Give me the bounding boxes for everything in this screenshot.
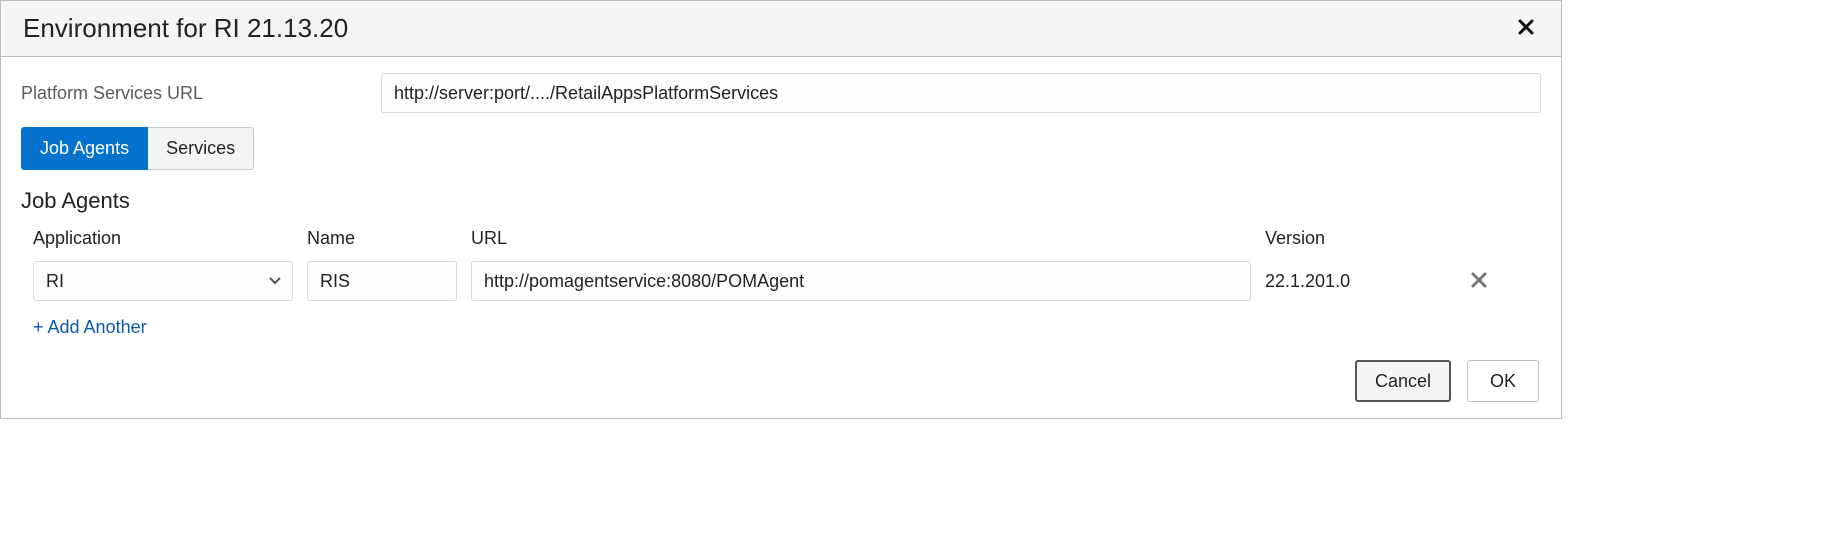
col-header-version: Version	[1265, 228, 1445, 249]
table-row: 22.1.201.0	[33, 261, 1541, 301]
tab-services[interactable]: Services	[148, 127, 254, 170]
close-icon	[1470, 277, 1488, 292]
cell-name	[307, 261, 457, 301]
dialog-footer: Cancel OK	[1, 354, 1561, 418]
cell-version: 22.1.201.0	[1265, 271, 1445, 292]
dialog-title: Environment for RI 21.13.20	[23, 13, 348, 44]
platform-url-input[interactable]	[381, 73, 1541, 113]
job-agents-grid: Application Name URL Version	[33, 228, 1541, 338]
add-another-link[interactable]: + Add Another	[33, 317, 147, 338]
tab-job-agents[interactable]: Job Agents	[21, 127, 148, 170]
environment-dialog: Environment for RI 21.13.20 Platform Ser…	[0, 0, 1562, 419]
cell-application	[33, 261, 293, 301]
dialog-body: Platform Services URL Job Agents Service…	[1, 57, 1561, 354]
col-header-name: Name	[307, 228, 457, 249]
name-input[interactable]	[307, 261, 457, 301]
cell-actions	[1459, 267, 1499, 296]
dialog-header: Environment for RI 21.13.20	[1, 1, 1561, 57]
application-select-wrap	[33, 261, 293, 301]
grid-header: Application Name URL Version	[33, 228, 1541, 249]
tab-bar: Job Agents Services	[21, 127, 1541, 170]
cancel-button[interactable]: Cancel	[1355, 360, 1451, 402]
platform-url-label: Platform Services URL	[21, 83, 381, 104]
platform-url-row: Platform Services URL	[21, 73, 1541, 113]
delete-row-button[interactable]	[1466, 267, 1492, 296]
application-select[interactable]	[33, 261, 293, 301]
col-header-url: URL	[471, 228, 1251, 249]
section-title: Job Agents	[21, 188, 1541, 214]
col-header-application: Application	[33, 228, 293, 249]
close-button[interactable]	[1513, 17, 1539, 41]
close-icon	[1517, 15, 1535, 42]
cell-url	[471, 261, 1251, 301]
url-input[interactable]	[471, 261, 1251, 301]
ok-button[interactable]: OK	[1467, 360, 1539, 402]
